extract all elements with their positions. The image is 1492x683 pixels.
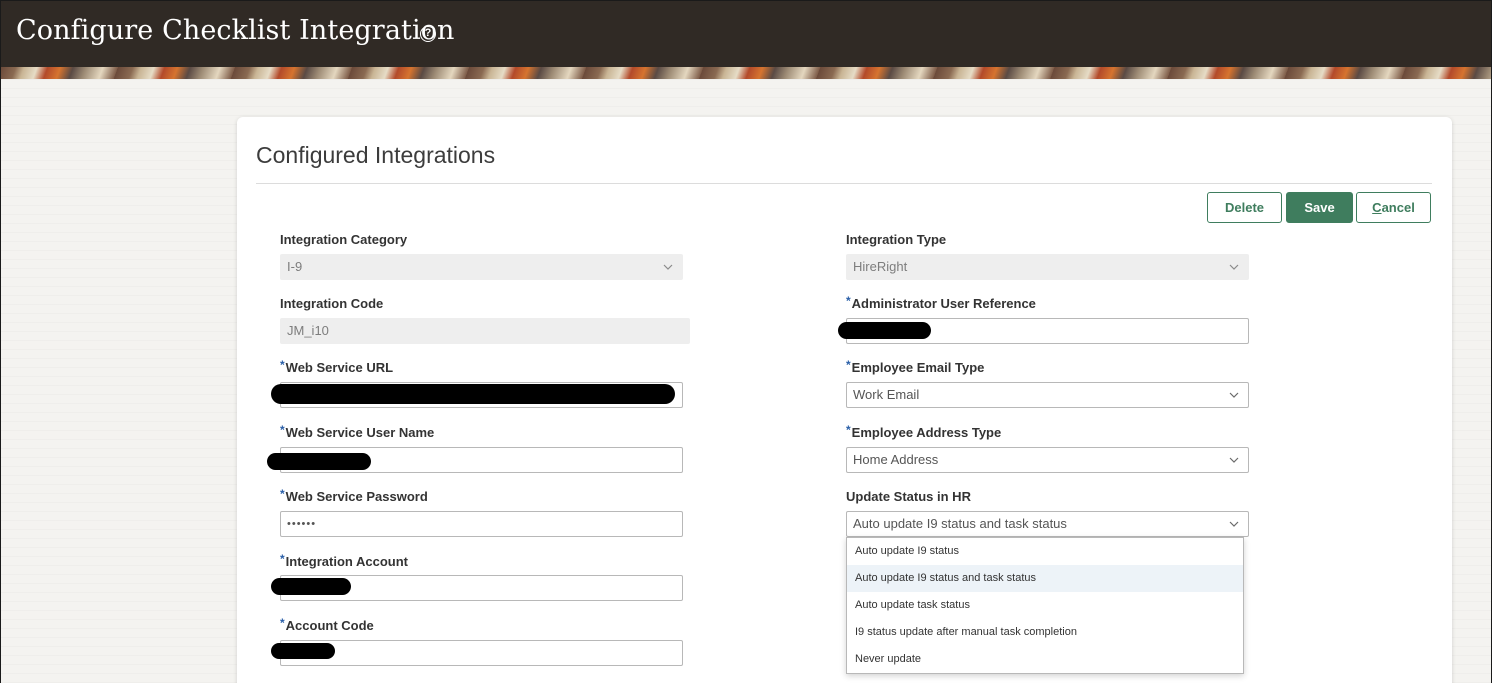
employee-email-type-label-text: Employee Email Type <box>851 360 985 375</box>
web-service-user-name-label-text: Web Service User Name <box>285 425 435 440</box>
chevron-down-icon <box>1229 521 1239 527</box>
required-marker: * <box>846 423 851 437</box>
integration-code-input: JM_i10 <box>280 318 690 344</box>
update-status-in-hr-label: Update Status in HR <box>846 489 971 504</box>
integration-type-label: Integration Type <box>846 232 947 247</box>
employee-address-type-label-text: Employee Address Type <box>851 425 1002 440</box>
integration-type-value: HireRight <box>853 259 908 274</box>
integration-category-label: Integration Category <box>280 232 408 247</box>
help-icon[interactable]: ? <box>420 26 436 42</box>
account-code-label: *Account Code <box>280 616 374 633</box>
dropdown-option[interactable]: Auto update I9 status <box>847 538 1243 565</box>
required-marker: * <box>280 358 285 372</box>
chevron-down-icon <box>1229 457 1239 463</box>
redaction-mark <box>267 453 371 470</box>
web-service-password-input[interactable]: •••••• <box>280 511 683 537</box>
web-service-url-label: *Web Service URL <box>280 358 394 375</box>
dropdown-option[interactable]: Never update <box>847 646 1243 673</box>
required-marker: * <box>280 616 285 630</box>
cancel-accesskey: C <box>1372 200 1382 215</box>
account-code-input[interactable] <box>280 640 683 666</box>
decorative-banner <box>1 67 1491 79</box>
redaction-mark <box>838 322 931 339</box>
redaction-mark <box>271 578 351 595</box>
required-marker: * <box>280 487 285 501</box>
integration-category-value: I-9 <box>287 259 303 274</box>
employee-email-type-value: Work Email <box>853 387 920 402</box>
dropdown-option-selected[interactable]: Auto update I9 status and task status <box>847 565 1243 592</box>
administrator-user-reference-label: *Administrator User Reference <box>846 294 1036 311</box>
page-title: Configure Checklist Integration <box>16 15 455 46</box>
integration-code-label: Integration Code <box>280 296 384 311</box>
required-marker: * <box>280 552 285 566</box>
employee-address-type-select[interactable]: Home Address <box>846 447 1249 473</box>
integration-account-label-text: Integration Account <box>285 554 408 569</box>
dropdown-option[interactable]: I9 status update after manual task compl… <box>847 619 1243 646</box>
integration-category-select: I-9 <box>280 254 683 280</box>
chevron-down-icon <box>1229 264 1239 270</box>
update-status-dropdown: Auto update I9 status Auto update I9 sta… <box>846 537 1244 674</box>
employee-email-type-label: *Employee Email Type <box>846 358 985 375</box>
configured-integrations-card: Configured Integrations Delete Save Canc… <box>237 117 1452 683</box>
cancel-label-rest: ancel <box>1381 200 1415 215</box>
redaction-mark <box>271 643 335 659</box>
employee-address-type-value: Home Address <box>853 452 939 467</box>
chevron-down-icon <box>663 264 673 270</box>
employee-email-type-select[interactable]: Work Email <box>846 382 1249 408</box>
delete-button[interactable]: Delete <box>1207 192 1282 223</box>
web-service-password-label: *Web Service Password <box>280 487 428 504</box>
web-service-url-label-text: Web Service URL <box>285 360 394 375</box>
employee-address-type-label: *Employee Address Type <box>846 423 1002 440</box>
cancel-button[interactable]: Cancel <box>1356 192 1431 223</box>
required-marker: * <box>846 294 851 308</box>
integration-account-label: *Integration Account <box>280 552 408 569</box>
update-status-in-hr-select[interactable]: Auto update I9 status and task status <box>846 511 1249 537</box>
chevron-down-icon <box>1229 392 1239 398</box>
required-marker: * <box>846 358 851 372</box>
integration-type-select: HireRight <box>846 254 1249 280</box>
web-service-user-name-label: *Web Service User Name <box>280 423 435 440</box>
update-status-in-hr-value: Auto update I9 status and task status <box>853 516 1067 531</box>
account-code-label-text: Account Code <box>285 618 374 633</box>
save-button[interactable]: Save <box>1286 192 1353 223</box>
card-title: Configured Integrations <box>256 142 496 168</box>
required-marker: * <box>280 423 285 437</box>
administrator-user-reference-label-text: Administrator User Reference <box>851 296 1036 311</box>
page-header: Configure Checklist Integration ? <box>1 1 1491 67</box>
card-divider <box>256 183 1432 184</box>
redaction-mark <box>271 384 675 404</box>
dropdown-option[interactable]: Auto update task status <box>847 592 1243 619</box>
web-service-password-label-text: Web Service Password <box>285 489 428 504</box>
